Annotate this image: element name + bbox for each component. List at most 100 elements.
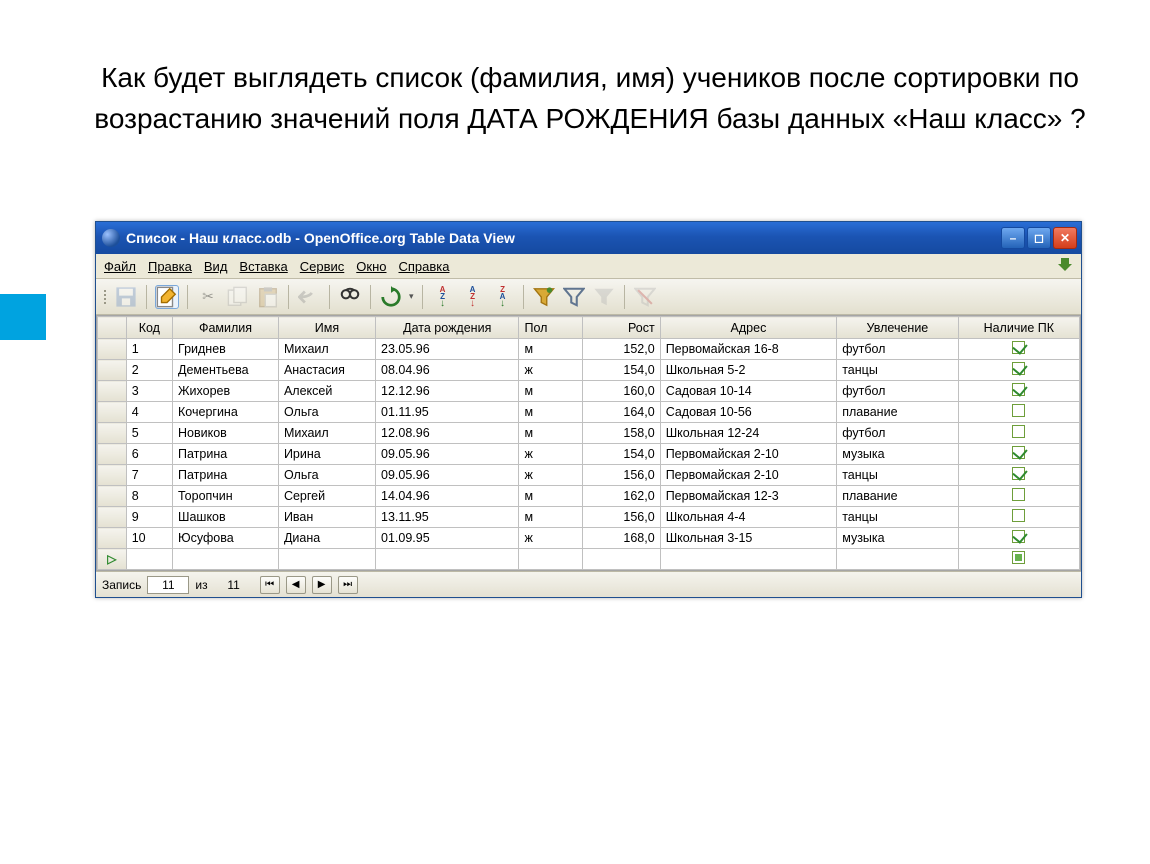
edit-button[interactable] [155, 285, 179, 309]
cell-sex[interactable]: ж [519, 360, 583, 381]
cell-hobby[interactable]: танцы [837, 465, 958, 486]
cell-code[interactable]: 5 [126, 423, 172, 444]
cell-pc[interactable] [958, 423, 1079, 444]
col-pc[interactable]: Наличие ПК [958, 317, 1079, 339]
cell-pc[interactable] [958, 339, 1079, 360]
checkbox-icon[interactable] [1012, 467, 1025, 480]
cell-firstname[interactable]: Михаил [278, 423, 375, 444]
table-row[interactable]: 5НовиковМихаил12.08.96м158,0Школьная 12-… [98, 423, 1080, 444]
cell-height[interactable]: 160,0 [583, 381, 660, 402]
new-record-row[interactable]: ▷ [98, 549, 1080, 570]
cell-hobby[interactable]: плавание [837, 402, 958, 423]
cell-hobby[interactable]: футбол [837, 339, 958, 360]
cell-lastname[interactable]: Кочергина [173, 402, 279, 423]
cell-height[interactable]: 156,0 [583, 465, 660, 486]
cell-birthdate[interactable]: 12.08.96 [376, 423, 519, 444]
cell-sex[interactable]: ж [519, 465, 583, 486]
cell-lastname[interactable]: Жихорев [173, 381, 279, 402]
cell-height[interactable]: 154,0 [583, 444, 660, 465]
cell-address[interactable]: Школьная 3-15 [660, 528, 837, 549]
cell-sex[interactable]: м [519, 507, 583, 528]
row-header-blank[interactable] [98, 317, 127, 339]
cell-height[interactable]: 154,0 [583, 360, 660, 381]
maximize-button[interactable]: ◻ [1027, 227, 1051, 249]
cell-hobby[interactable]: танцы [837, 360, 958, 381]
row-selector[interactable] [98, 360, 127, 381]
cell-hobby[interactable]: футбол [837, 423, 958, 444]
sort-asc-button[interactable]: AZ↓ [431, 285, 455, 309]
row-selector[interactable] [98, 423, 127, 444]
row-selector[interactable] [98, 444, 127, 465]
cell-birthdate[interactable]: 12.12.96 [376, 381, 519, 402]
col-code[interactable]: Код [126, 317, 172, 339]
table-row[interactable]: 7ПатринаОльга09.05.96ж156,0Первомайская … [98, 465, 1080, 486]
cell-lastname[interactable]: Торопчин [173, 486, 279, 507]
checkbox-icon[interactable] [1012, 551, 1025, 564]
cell-birthdate[interactable]: 01.11.95 [376, 402, 519, 423]
cell-height[interactable]: 162,0 [583, 486, 660, 507]
col-sex[interactable]: Пол [519, 317, 583, 339]
col-firstname[interactable]: Имя [278, 317, 375, 339]
cell-address[interactable]: Садовая 10-14 [660, 381, 837, 402]
checkbox-icon[interactable] [1012, 446, 1025, 459]
table-row[interactable]: 8ТоропчинСергей14.04.96м162,0Первомайска… [98, 486, 1080, 507]
cell-address[interactable]: Первомайская 2-10 [660, 444, 837, 465]
cell-code[interactable]: 7 [126, 465, 172, 486]
table-row[interactable]: 9ШашковИван13.11.95м156,0Школьная 4-4тан… [98, 507, 1080, 528]
cell-firstname[interactable]: Иван [278, 507, 375, 528]
menu-tools[interactable]: Сервис [300, 259, 345, 274]
cell-code[interactable]: 1 [126, 339, 172, 360]
cell-hobby[interactable]: музыка [837, 444, 958, 465]
cell-firstname[interactable]: Ирина [278, 444, 375, 465]
cell-code[interactable]: 6 [126, 444, 172, 465]
col-hobby[interactable]: Увлечение [837, 317, 958, 339]
checkbox-icon[interactable] [1012, 341, 1025, 354]
cell-firstname[interactable]: Сергей [278, 486, 375, 507]
cell-hobby[interactable]: музыка [837, 528, 958, 549]
table-row[interactable]: 1ГридневМихаил23.05.96м152,0Первомайская… [98, 339, 1080, 360]
cell-pc[interactable] [958, 360, 1079, 381]
cell-address[interactable]: Школьная 12-24 [660, 423, 837, 444]
checkbox-icon[interactable] [1012, 425, 1025, 438]
cell-firstname[interactable]: Алексей [278, 381, 375, 402]
update-icon[interactable] [1057, 258, 1073, 274]
filter-button[interactable] [562, 285, 586, 309]
col-lastname[interactable]: Фамилия [173, 317, 279, 339]
sort-za-button[interactable]: ZA↓ [491, 285, 515, 309]
cell-sex[interactable]: ж [519, 528, 583, 549]
checkbox-icon[interactable] [1012, 488, 1025, 501]
cell-sex[interactable]: м [519, 381, 583, 402]
menu-view[interactable]: Вид [204, 259, 228, 274]
find-button[interactable] [338, 285, 362, 309]
cell-lastname[interactable]: Патрина [173, 444, 279, 465]
cell-height[interactable]: 156,0 [583, 507, 660, 528]
cell-code[interactable]: 10 [126, 528, 172, 549]
sort-desc-a-button[interactable]: AZ↓ [461, 285, 485, 309]
cell-firstname[interactable]: Анастасия [278, 360, 375, 381]
cell-birthdate[interactable]: 09.05.96 [376, 465, 519, 486]
cell-birthdate[interactable]: 09.05.96 [376, 444, 519, 465]
cell-height[interactable]: 164,0 [583, 402, 660, 423]
table-row[interactable]: 4КочергинаОльга01.11.95м164,0Садовая 10-… [98, 402, 1080, 423]
cell-address[interactable]: Первомайская 2-10 [660, 465, 837, 486]
row-selector[interactable] [98, 465, 127, 486]
cell-firstname[interactable]: Михаил [278, 339, 375, 360]
nav-next-button[interactable]: ▶ [312, 576, 332, 594]
cell-pc[interactable] [958, 444, 1079, 465]
cell-code[interactable]: 3 [126, 381, 172, 402]
cell-hobby[interactable]: футбол [837, 381, 958, 402]
autofilter-button[interactable] [532, 285, 556, 309]
cell-pc[interactable] [958, 465, 1079, 486]
nav-last-button[interactable]: ⏭ [338, 576, 358, 594]
checkbox-icon[interactable] [1012, 530, 1025, 543]
row-selector[interactable] [98, 486, 127, 507]
record-current[interactable]: 11 [147, 576, 189, 594]
title-bar[interactable]: Список - Наш класс.odb - OpenOffice.org … [96, 222, 1081, 254]
cell-hobby[interactable]: плавание [837, 486, 958, 507]
cell-sex[interactable]: м [519, 402, 583, 423]
nav-first-button[interactable]: ⏮ [260, 576, 280, 594]
menu-edit[interactable]: Правка [148, 259, 192, 274]
table-row[interactable]: 2ДементьеваАнастасия08.04.96ж154,0Школьн… [98, 360, 1080, 381]
cell-height[interactable]: 168,0 [583, 528, 660, 549]
toolbar-grip[interactable] [102, 290, 108, 304]
